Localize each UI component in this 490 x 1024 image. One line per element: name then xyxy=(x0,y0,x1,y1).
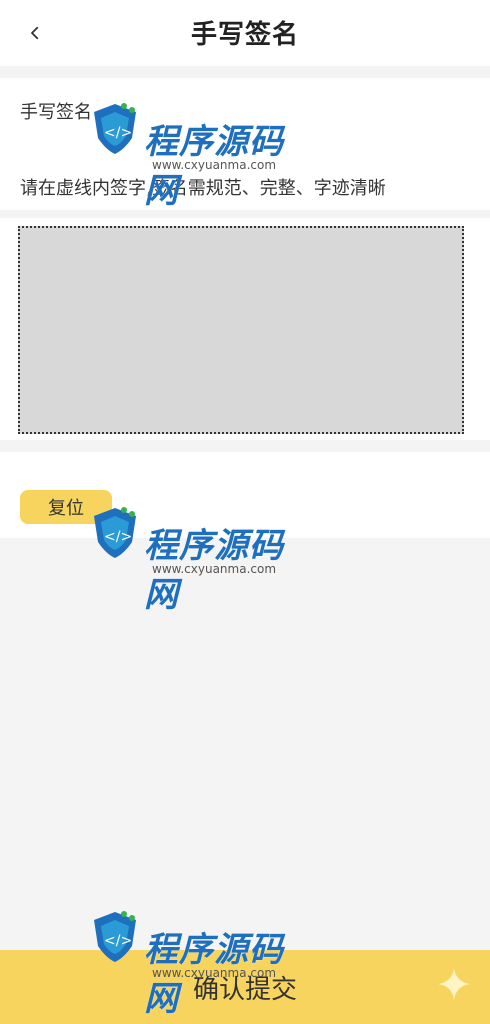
reset-button[interactable]: 复位 xyxy=(20,490,112,524)
svg-text:</>: </> xyxy=(104,933,132,949)
page-title: 手写签名 xyxy=(190,20,299,50)
submit-label: 确认提交 xyxy=(192,974,297,1005)
submit-button[interactable]: 确认提交 xyxy=(0,950,490,1024)
signature-pad[interactable] xyxy=(18,226,464,434)
signature-instruction: 请在虚线内签字,签名需规范、完整、字迹清晰 xyxy=(20,178,386,199)
signature-label: 手写签名 xyxy=(20,102,92,123)
sparkle-icon xyxy=(438,968,470,1000)
watermark-url: www.cxyuanma.com xyxy=(152,562,277,576)
